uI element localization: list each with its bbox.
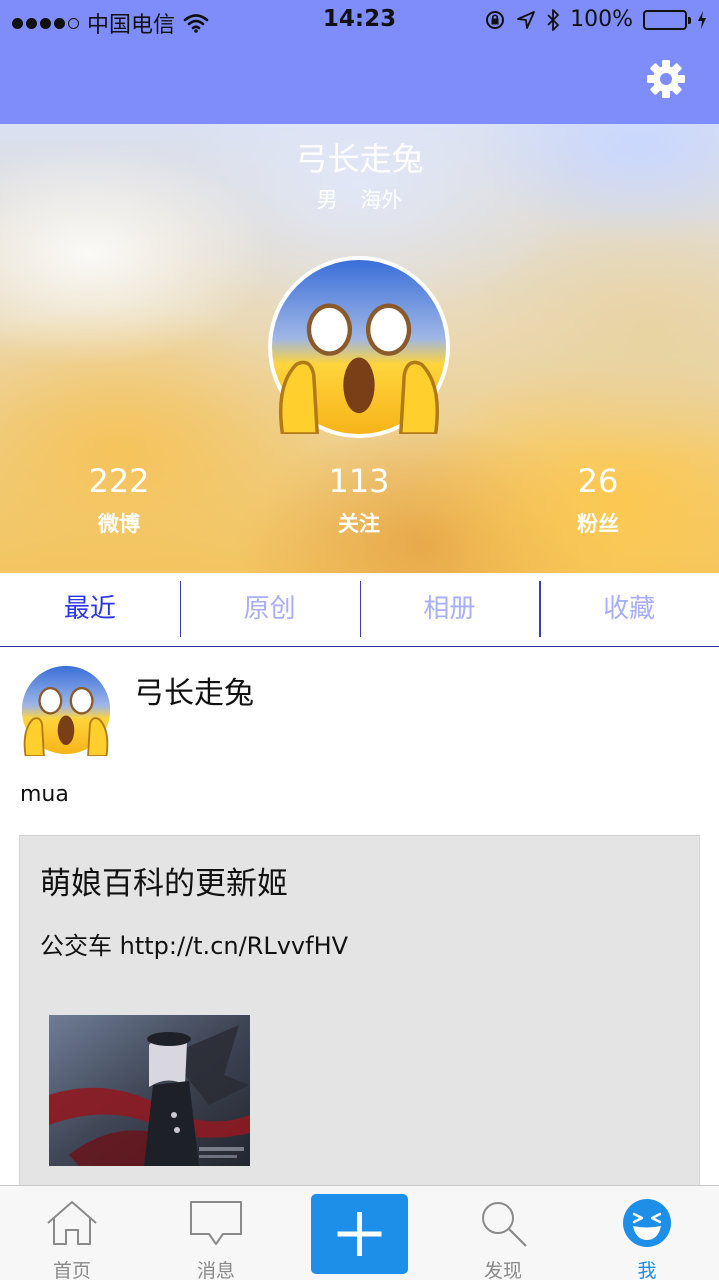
repost-text: 公交车 http://t.cn/RLvvfHV [40, 932, 349, 960]
repost-card[interactable]: 萌娘百科的更新姬 公交车 http://t.cn/RLvvfHV [19, 835, 700, 1195]
search-icon [482, 1202, 527, 1247]
tab-discover[interactable]: 发现 [443, 1186, 563, 1280]
profile-avatar[interactable] [268, 256, 450, 438]
tab-discover-label: 发现 [483, 1260, 522, 1280]
location-arrow-icon [517, 10, 535, 29]
profile-tabs: 最近 原创 相册 收藏 [0, 573, 719, 647]
screaming-face-icon [21, 665, 111, 757]
post-author-name[interactable]: 弓长走兔 [134, 668, 254, 712]
repost-author-name[interactable]: 萌娘百科的更新姬 [40, 858, 288, 903]
profile-meta: 男 海外 [0, 184, 719, 214]
profile-header: 弓长走兔 男 海外 222 微博 113 关注 26 粉丝 [0, 124, 719, 573]
repost-image[interactable] [49, 1015, 250, 1166]
compose-button[interactable] [311, 1194, 408, 1274]
tab-original[interactable]: 原创 [179, 573, 360, 646]
profile-gender: 男 [316, 188, 338, 212]
me-icon [623, 1199, 671, 1247]
post-author-avatar[interactable] [20, 664, 112, 757]
anime-character-image [49, 1015, 250, 1166]
battery-icon [643, 9, 691, 30]
stat-following-count: 113 [328, 462, 390, 500]
stat-followers-label: 粉丝 [577, 512, 619, 536]
bottom-tab-bar: 首页 消息 发现 我 [0, 1185, 719, 1280]
post-text: mua [20, 782, 69, 807]
stat-followers[interactable]: 26 粉丝 [498, 462, 698, 538]
charging-icon [698, 10, 706, 29]
tab-messages-label: 消息 [196, 1260, 235, 1280]
tab-me[interactable]: 我 [587, 1186, 707, 1280]
stat-weibo[interactable]: 222 微博 [19, 462, 219, 538]
tab-me-label: 我 [637, 1260, 657, 1280]
tab-recent[interactable]: 最近 [0, 573, 180, 646]
bluetooth-icon [547, 8, 559, 31]
stat-following-label: 关注 [338, 512, 380, 536]
stat-weibo-label: 微博 [98, 512, 140, 536]
tab-home[interactable]: 首页 [12, 1186, 132, 1280]
profile-location: 海外 [360, 188, 403, 212]
status-right: 100% [484, 7, 707, 32]
settings-gear-icon[interactable] [644, 57, 688, 101]
tab-home-label: 首页 [52, 1260, 91, 1280]
stat-following[interactable]: 113 关注 [259, 462, 459, 538]
tab-favorites[interactable]: 收藏 [539, 573, 719, 646]
home-icon [47, 1201, 97, 1245]
orientation-lock-icon [486, 10, 505, 29]
navigation-bar: 中国电信 14:23 100% [0, 0, 719, 124]
message-icon [190, 1201, 242, 1245]
stat-weibo-count: 222 [88, 462, 150, 500]
tab-messages[interactable]: 消息 [156, 1186, 276, 1280]
status-bar: 中国电信 14:23 100% [0, 0, 719, 40]
screaming-face-icon [272, 260, 446, 436]
plus-icon [337, 1212, 382, 1256]
stat-followers-count: 26 [577, 462, 619, 500]
battery-percent: 100% [570, 7, 633, 32]
tab-album[interactable]: 相册 [359, 573, 540, 646]
profile-name: 弓长走兔 [295, 140, 424, 178]
